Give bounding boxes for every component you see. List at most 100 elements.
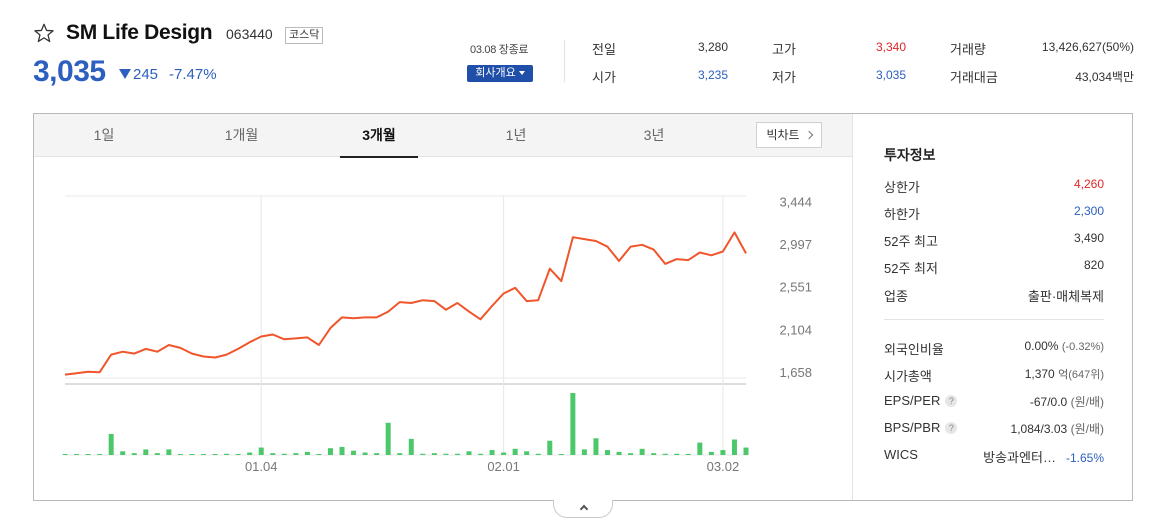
volume-bar — [189, 454, 195, 455]
market-cap-row: 시가총액 1,370 억(647위) — [884, 366, 1104, 384]
market-badge: 코스닥 — [285, 27, 324, 44]
volume-bar — [547, 440, 553, 455]
low-value: 3,035 — [875, 68, 906, 82]
volume-bar — [351, 450, 357, 455]
eps-per-label: EPS/PER — [884, 393, 941, 408]
volume-bar — [443, 453, 449, 455]
volume-bar — [97, 454, 103, 455]
company-overview-button[interactable]: 회사개요 — [467, 65, 533, 82]
low52-label: 52주 최저 — [884, 261, 938, 276]
volume-bar — [454, 453, 460, 455]
x-tick-label: 02.01 — [487, 459, 520, 474]
volume-bar — [177, 454, 183, 455]
wics-change: -1.65% — [1065, 451, 1104, 465]
high-label: 고가 — [772, 42, 796, 57]
favorite-star-icon[interactable] — [33, 22, 55, 44]
volume-bar — [270, 453, 276, 455]
tab-3year[interactable]: 3년 — [624, 114, 684, 157]
big-chart-label: 빅차트 — [766, 128, 800, 142]
volume-bar — [570, 393, 576, 455]
amount-value: 43,034백만 — [1075, 70, 1134, 84]
market-cap-unit: 억 — [1058, 369, 1069, 381]
volume-bar — [489, 450, 495, 455]
help-icon[interactable]: ? — [945, 395, 958, 407]
volume-bar — [685, 454, 691, 455]
volume-bar — [397, 453, 403, 455]
high52-row: 52주 최고 3,490 — [884, 231, 1104, 249]
volume-bar — [362, 452, 368, 455]
open-label: 시가 — [592, 70, 616, 85]
lower-limit-label: 하한가 — [884, 207, 920, 222]
company-name: SM Life Design — [66, 21, 213, 44]
help-icon[interactable]: ? — [945, 422, 958, 434]
industry-value[interactable]: 출판·매체복제 — [1028, 286, 1104, 305]
high52-value: 3,490 — [1073, 231, 1104, 245]
company-overview-label: 회사개요 — [475, 67, 516, 79]
volume-bar — [212, 454, 218, 455]
volume-bar — [478, 453, 484, 455]
y-tick-label: 3,444 — [779, 194, 812, 209]
big-chart-button[interactable]: 빅차트 — [756, 122, 822, 148]
wics-value[interactable]: 방송과엔터… — [983, 450, 1056, 465]
price-change-rate: -7.47% — [169, 66, 217, 83]
eps-per-value: -67/0.0 — [1029, 395, 1068, 409]
chevron-up-icon — [579, 504, 589, 514]
volume-bar — [593, 438, 599, 455]
market-cap-label: 시가총액 — [884, 369, 932, 384]
upper-limit-value: 4,260 — [1073, 177, 1104, 191]
volume-bar — [662, 453, 668, 455]
volume-bar — [674, 453, 680, 455]
prev-close-value: 3,280 — [697, 40, 728, 54]
industry-row: 업종 출판·매체복제 — [884, 286, 1104, 304]
caret-down-icon — [518, 71, 525, 76]
tab-3month[interactable]: 3개월 — [340, 114, 418, 158]
info-divider — [884, 319, 1104, 320]
volume-bar — [74, 454, 80, 455]
volume-bar — [524, 451, 530, 455]
industry-label: 업종 — [884, 289, 908, 304]
foreign-rate-row: 외국인비율 0.00% (-0.32%) — [884, 339, 1104, 357]
low-label: 저가 — [772, 70, 796, 85]
chart-panel: 1일 1개월 3개월 1년 3년 빅차트 3,444 2,997 2,551 2,10… — [33, 113, 1133, 501]
volume-bar — [639, 448, 645, 455]
volume-bar — [420, 453, 426, 455]
volume-bar — [720, 450, 726, 455]
foreign-rate-label: 외국인비율 — [884, 342, 944, 357]
volume-bar — [85, 454, 91, 455]
market-cap-rank: (647위) — [1068, 369, 1104, 381]
low52-row: 52주 최저 820 — [884, 258, 1104, 276]
volume-bar — [408, 438, 414, 455]
volume-bar — [131, 453, 137, 455]
investment-info: 투자정보 상한가 4,260 하한가 2,300 52주 최고 3,490 52… — [852, 114, 1133, 500]
volume-bar — [166, 449, 172, 455]
upper-limit-label: 상한가 — [884, 180, 920, 195]
investment-info-title: 투자정보 — [884, 147, 936, 163]
prev-close-label: 전일 — [592, 42, 616, 57]
tab-1year[interactable]: 1년 — [486, 114, 546, 157]
price-line — [64, 231, 747, 376]
wics-label: WICS — [884, 447, 918, 462]
volume-bar — [108, 433, 114, 455]
volume-bar — [604, 450, 610, 455]
tab-1day[interactable]: 1일 — [74, 114, 134, 157]
volume-bar — [731, 439, 737, 455]
tab-1month[interactable]: 1개월 — [209, 114, 274, 157]
volume-bar — [431, 453, 437, 455]
volume-bar — [466, 451, 472, 455]
foreign-rate-value: 0.00% — [1024, 339, 1059, 353]
volume-bar — [258, 447, 264, 455]
eps-per-row: EPS/PER? -67/0.0 (원/배) — [884, 393, 1104, 411]
volume-bar — [385, 422, 391, 455]
volume-bar — [743, 447, 749, 455]
volume-bar — [616, 451, 622, 455]
volume-bar — [154, 453, 160, 455]
high52-label: 52주 최고 — [884, 234, 938, 249]
volume-bar — [651, 453, 657, 455]
volume-bar — [339, 446, 345, 455]
bps-pbr-row: BPS/PBR? 1,084/3.03 (원/배) — [884, 420, 1104, 438]
volume-label: 거래량 — [950, 42, 986, 57]
volume-bar — [316, 454, 322, 455]
volume-bar — [581, 449, 587, 455]
price-chart[interactable]: 3,444 2,997 2,551 2,104 1,658 01.04 02.01 03.02 — [34, 158, 852, 500]
collapse-toggle-button[interactable] — [553, 500, 613, 518]
